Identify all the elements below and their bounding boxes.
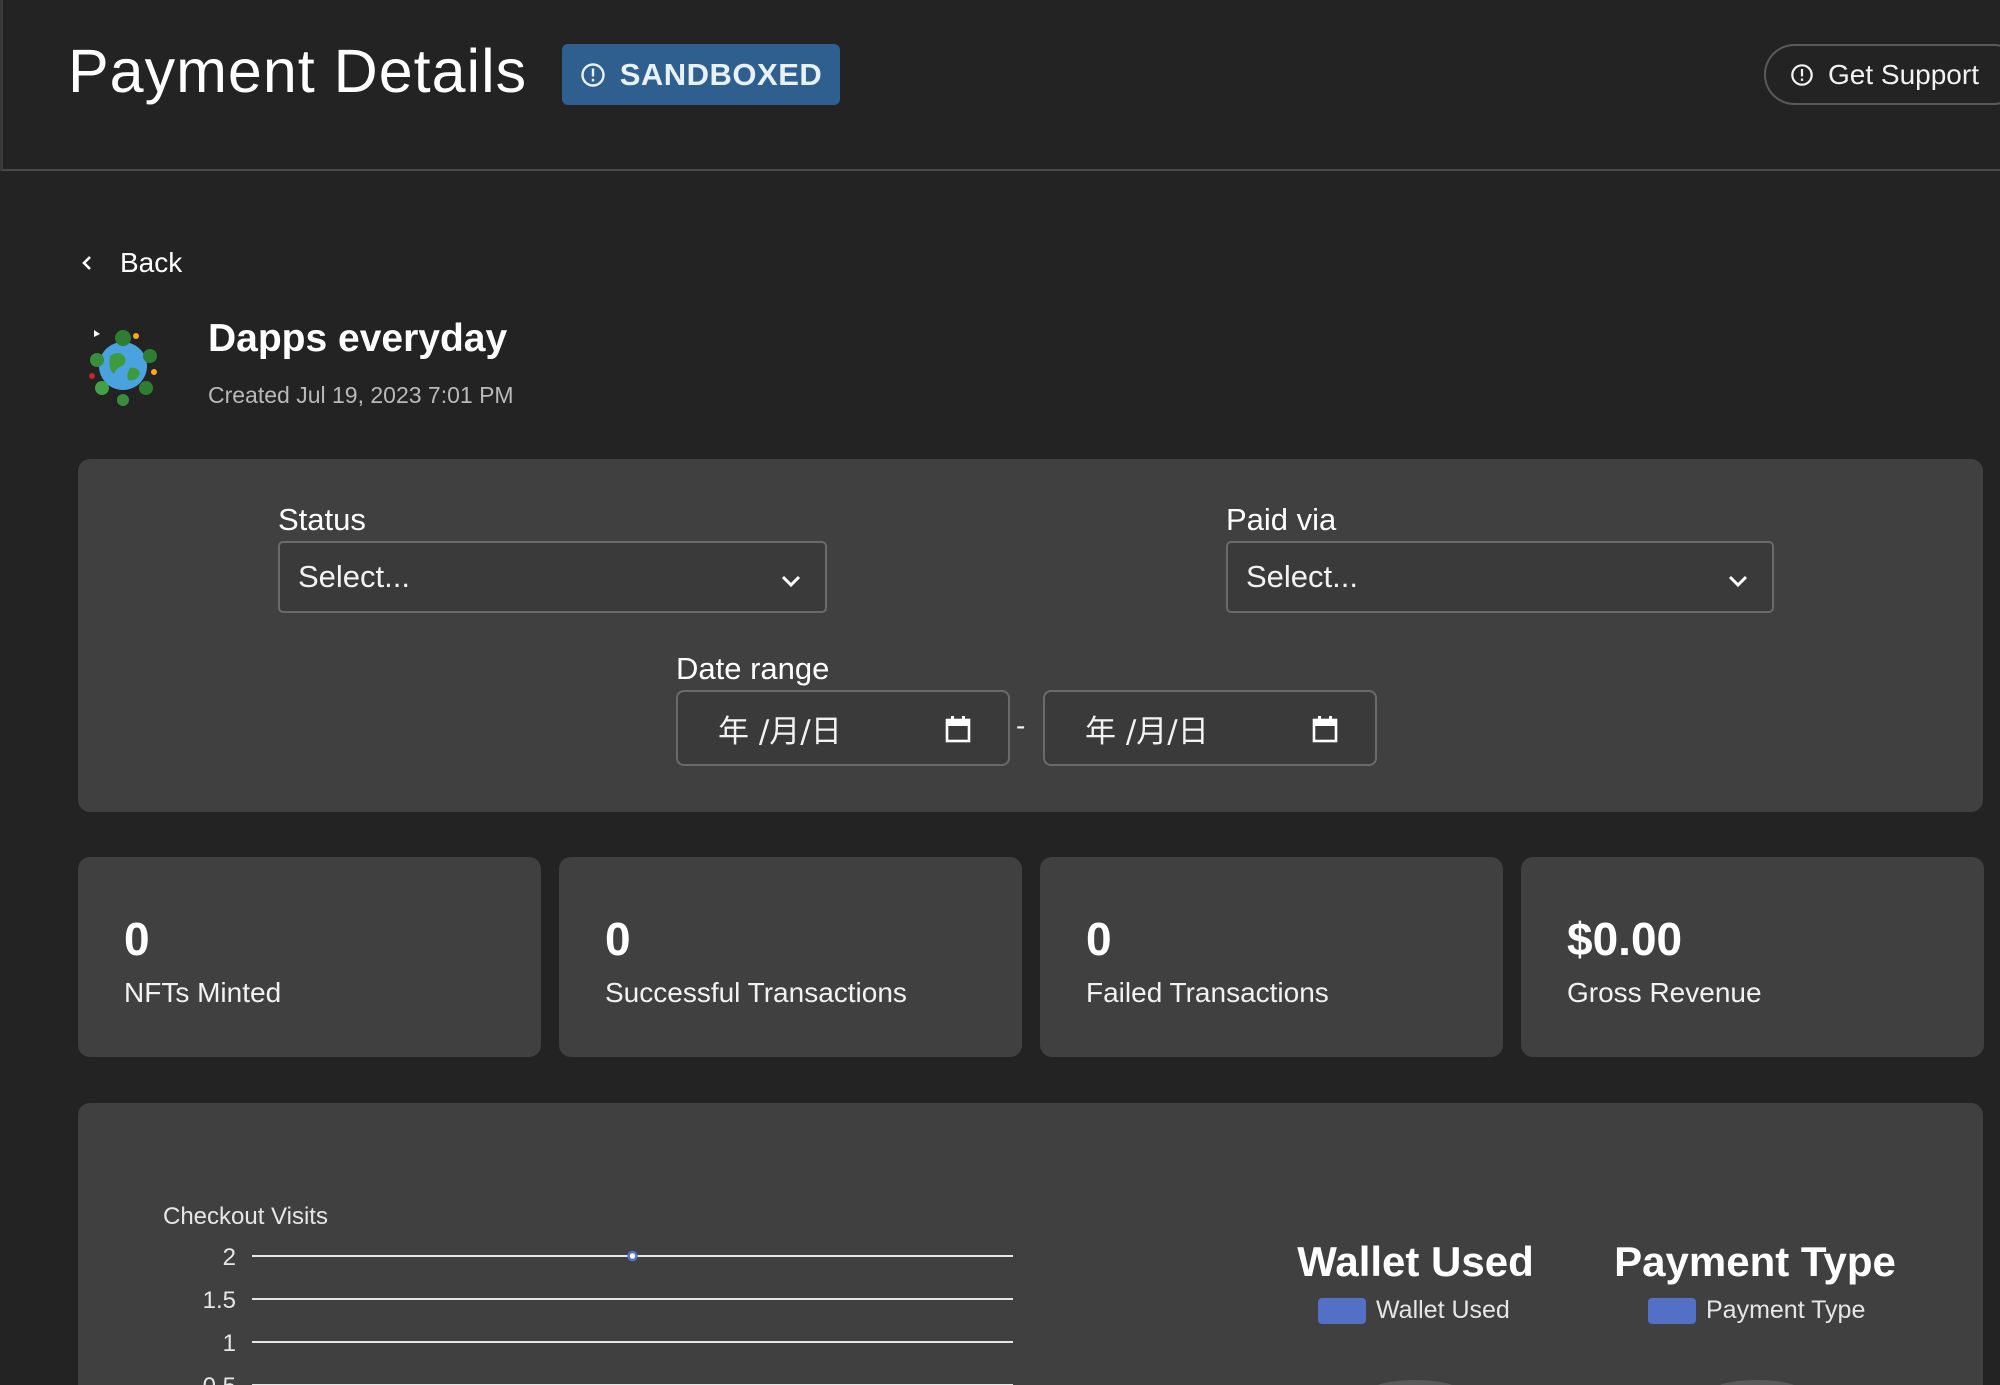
pie-charts xyxy=(1377,1380,1795,1385)
wallet-used-pie xyxy=(1377,1380,1453,1385)
payment-details-page: Payment Details SANDBOXED Get Support Ba… xyxy=(0,0,2000,1385)
payment-type-pie xyxy=(1719,1380,1795,1385)
